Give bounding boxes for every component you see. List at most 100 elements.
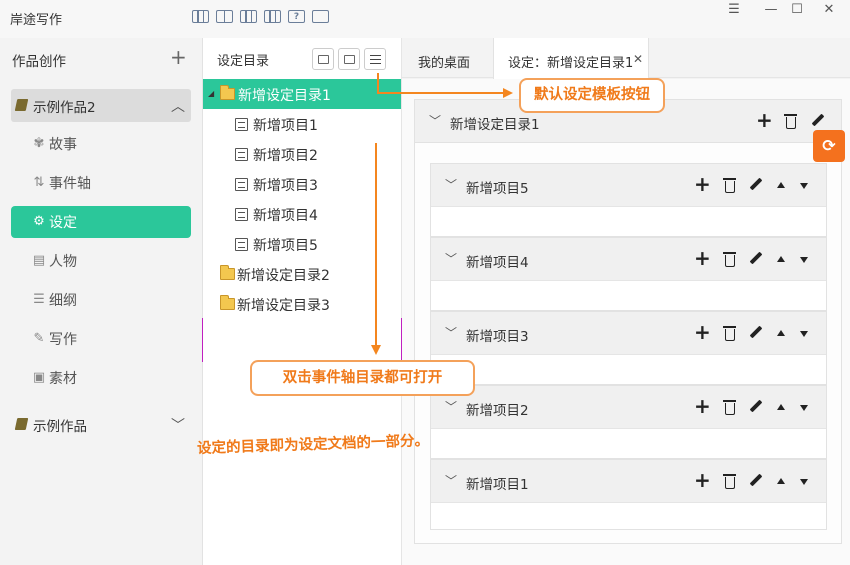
tab-settings-folder[interactable]: 设定：新增设定目录1: [493, 38, 649, 79]
sidebar-item-materials[interactable]: ▣ 素材: [11, 362, 191, 394]
item-card-title: 新增项目1: [466, 477, 529, 493]
sidebar-header: 作品创作: [12, 54, 66, 70]
collapse-chevron-icon[interactable]: ﹀: [429, 112, 441, 129]
tree-node-folder[interactable]: 新增设定目录3: [203, 289, 401, 319]
chevron-down-icon[interactable]: ﹀: [171, 415, 185, 435]
collapse-chevron-icon[interactable]: ﹀: [445, 398, 457, 415]
layout-two-column-icon[interactable]: [216, 10, 233, 23]
help-icon[interactable]: ?: [288, 10, 305, 23]
sidebar-item-characters[interactable]: ▤ 人物: [11, 245, 191, 277]
move-up-icon[interactable]: [777, 330, 785, 336]
sidebar-item-label: 事件轴: [49, 176, 91, 192]
close-button[interactable]: ✕: [817, 1, 841, 21]
add-work-button[interactable]: +: [170, 47, 187, 67]
add-icon[interactable]: +: [756, 110, 773, 130]
menu-icon[interactable]: ☰: [722, 1, 746, 21]
tab-close-icon[interactable]: ✕: [633, 52, 643, 66]
refresh-button[interactable]: ⟳: [813, 130, 845, 162]
pencil-icon[interactable]: [749, 177, 763, 191]
tree-node-item[interactable]: 新增项目3: [203, 169, 401, 199]
item-card-header: ﹀ 新增项目2 +: [431, 386, 826, 429]
item-card: ﹀ 新增项目5 +: [430, 163, 827, 237]
document-icon: [235, 178, 248, 191]
tree-node-item[interactable]: 新增项目5: [203, 229, 401, 259]
pencil-icon[interactable]: [749, 325, 763, 339]
tree-node-item[interactable]: 新增项目4: [203, 199, 401, 229]
layout-left-panel-icon[interactable]: [240, 10, 257, 23]
work-item-example2[interactable]: 示例作品2 ︿: [11, 89, 191, 122]
book-icon: [14, 99, 29, 111]
default-template-button[interactable]: [364, 48, 386, 70]
work-label: 示例作品: [33, 419, 87, 435]
tree-node-label: 新增项目4: [253, 208, 318, 224]
move-up-icon[interactable]: [777, 256, 785, 262]
move-up-icon[interactable]: [777, 182, 785, 188]
trash-icon[interactable]: [723, 326, 736, 341]
work-item-example[interactable]: 示例作品 ﹀: [11, 408, 191, 441]
move-up-icon[interactable]: [777, 404, 785, 410]
move-up-icon[interactable]: [777, 478, 785, 484]
item-card-header: ﹀ 新增项目1 +: [431, 460, 826, 503]
sidebar: 作品创作 + 示例作品2 ︿ ✾ 故事 ⇅ 事件轴 ⚙ 设定 ▤ 人物 ☰ 细纲…: [0, 38, 203, 565]
image-frame-icon: ▣: [32, 370, 46, 385]
sidebar-item-timeline[interactable]: ⇅ 事件轴: [11, 167, 191, 199]
pencil-icon[interactable]: [749, 251, 763, 265]
chevron-up-icon[interactable]: ︿: [171, 96, 185, 116]
move-down-icon[interactable]: [800, 479, 808, 485]
tree-node-item[interactable]: 新增项目1: [203, 109, 401, 139]
tree-node-folder[interactable]: 新增设定目录2: [203, 259, 401, 289]
expand-triangle-icon[interactable]: ◢: [208, 89, 214, 98]
trash-icon[interactable]: [723, 474, 736, 489]
maximize-button[interactable]: ☐: [785, 1, 809, 21]
document-icon: [235, 238, 248, 251]
document-icon: [235, 118, 248, 131]
move-down-icon[interactable]: [800, 405, 808, 411]
collapse-chevron-icon[interactable]: ﹀: [445, 472, 457, 489]
folder-outline-icon: [318, 55, 329, 64]
pencil-icon: ✎: [33, 331, 45, 346]
trash-icon[interactable]: [723, 178, 736, 193]
layout-right-panel-icon[interactable]: [264, 10, 281, 23]
sidebar-item-label: 写作: [49, 332, 77, 348]
folder-icon: [220, 265, 235, 280]
add-icon[interactable]: +: [694, 174, 711, 194]
collapse-chevron-icon[interactable]: ﹀: [445, 250, 457, 267]
minimize-button[interactable]: —: [759, 1, 783, 21]
move-down-icon[interactable]: [800, 257, 808, 263]
add-icon[interactable]: +: [694, 470, 711, 490]
sidebar-item-label: 细纲: [49, 293, 77, 309]
item-card: ﹀ 新增项目1 +: [430, 459, 827, 530]
document-icon: [235, 208, 248, 221]
panel-divider: [202, 318, 203, 362]
collapse-chevron-icon[interactable]: ﹀: [445, 324, 457, 341]
add-icon[interactable]: +: [694, 248, 711, 268]
sidebar-item-story[interactable]: ✾ 故事: [11, 128, 191, 160]
sidebar-item-outline[interactable]: ☰ 细纲: [11, 284, 191, 316]
move-down-icon[interactable]: [800, 183, 808, 189]
layout-three-column-icon[interactable]: [192, 10, 209, 23]
title-bar: 岸途写作 ? ☰ — ☐ ✕: [0, 0, 850, 38]
new-folder-button[interactable]: [312, 48, 334, 70]
tree-node-item[interactable]: 新增项目2: [203, 139, 401, 169]
trash-icon[interactable]: [784, 114, 797, 129]
monitor-icon[interactable]: [312, 10, 329, 23]
item-card-title: 新增项目2: [466, 403, 529, 419]
document-icon: [235, 148, 248, 161]
pencil-icon[interactable]: [811, 113, 825, 127]
move-down-icon[interactable]: [800, 331, 808, 337]
trash-icon[interactable]: [723, 252, 736, 267]
pencil-icon[interactable]: [749, 399, 763, 413]
tree-node-folder[interactable]: ◢ 新增设定目录1: [203, 79, 401, 109]
add-icon[interactable]: +: [694, 322, 711, 342]
new-note-button[interactable]: [338, 48, 360, 70]
pencil-icon[interactable]: [749, 473, 763, 487]
collapse-chevron-icon[interactable]: ﹀: [445, 176, 457, 193]
tree-node-label: 新增项目3: [253, 178, 318, 194]
sidebar-item-writing[interactable]: ✎ 写作: [11, 323, 191, 355]
add-icon[interactable]: +: [694, 396, 711, 416]
sidebar-item-settings[interactable]: ⚙ 设定: [11, 206, 191, 238]
tree-node-label: 新增项目1: [253, 118, 318, 134]
tab-desktop[interactable]: 我的桌面: [418, 38, 470, 79]
trash-icon[interactable]: [723, 400, 736, 415]
tree-node-label: 新增设定目录3: [237, 298, 330, 314]
